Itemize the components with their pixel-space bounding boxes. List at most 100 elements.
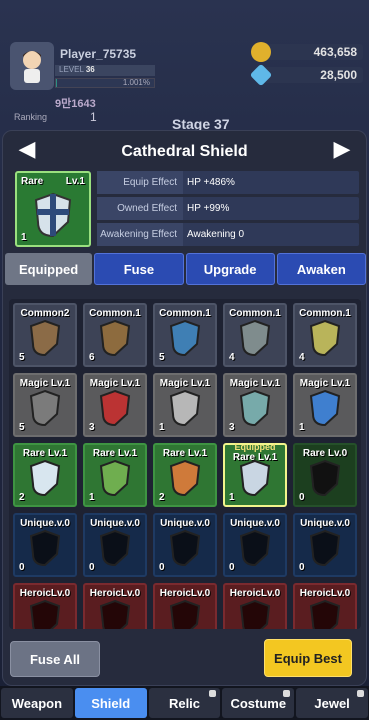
inventory-slot[interactable]: HeroicLv.0	[223, 583, 287, 629]
inventory-slot[interactable]: Rare Lv.1 1	[83, 443, 147, 507]
slot-count: 4	[299, 352, 305, 363]
slot-tier: Magic Lv.1	[19, 378, 71, 389]
nav-costume[interactable]: Costume	[222, 688, 295, 718]
slot-count: 0	[19, 562, 25, 573]
inventory-slot[interactable]: HeroicLv.0	[293, 583, 357, 629]
gold-coin-icon	[251, 42, 271, 62]
shield-icon	[29, 319, 61, 357]
slot-tier: HeroicLv.0	[159, 588, 211, 599]
stat-row: Owned Effect HP +99%	[97, 197, 359, 220]
tab-awaken[interactable]: Awaken	[276, 253, 366, 285]
tab-equipped[interactable]: Equipped	[5, 253, 93, 285]
slot-count: 3	[89, 422, 95, 433]
inventory-slot[interactable]: HeroicLv.0	[153, 583, 217, 629]
inventory-slot[interactable]: Magic Lv.1 1	[153, 373, 217, 437]
shield-icon	[309, 529, 341, 567]
slot-count: 1	[229, 492, 235, 503]
cathedral-shield-icon	[34, 192, 72, 237]
slot-count: 1	[89, 492, 95, 503]
inventory-slot[interactable]: Equipped Rare Lv.1 1	[223, 442, 287, 507]
shield-icon	[29, 459, 61, 497]
nav-label: Relic	[168, 695, 201, 711]
item-title: Cathedral Shield	[121, 143, 248, 160]
shield-icon	[309, 389, 341, 427]
inventory-slot[interactable]: HeroicLv.0	[13, 583, 77, 629]
inventory-slot[interactable]: Magic Lv.1 3	[83, 373, 147, 437]
slot-tier: Unique.v.0	[300, 518, 350, 529]
inventory-slot[interactable]: Rare Lv.1 2	[13, 443, 77, 507]
shield-icon	[309, 319, 341, 357]
lock-icon	[209, 690, 217, 697]
character-icon	[23, 51, 41, 83]
inventory-slot[interactable]: Magic Lv.1 1	[293, 373, 357, 437]
shield-icon	[99, 319, 131, 357]
lock-icon	[356, 690, 364, 697]
slot-count: 0	[299, 492, 305, 503]
shield-icon	[169, 529, 201, 567]
inventory-slot[interactable]: Common.1 5	[153, 303, 217, 367]
slot-tier: Magic Lv.1	[229, 378, 281, 389]
inventory-slot[interactable]: Common2 5	[13, 303, 77, 367]
player-name: Player_75735	[60, 47, 137, 61]
item-tier: Rare	[21, 176, 44, 187]
stat-row: Awakening Effect Awakening 0	[97, 223, 359, 246]
slot-tier: Unique.v.0	[20, 518, 70, 529]
shield-icon	[169, 319, 201, 357]
item-count: 1	[21, 232, 27, 243]
grid-row: Magic Lv.1 5 Magic Lv.1 3 Magic Lv.1 1 Magic L…	[13, 373, 357, 437]
slot-count: 0	[229, 562, 235, 573]
grid-row: Common2 5 Common.1 6 Common.1 5 Common.1 4 Commo…	[13, 303, 357, 367]
shield-icon	[239, 389, 271, 427]
item-panel: ◀ Cathedral Shield ▶ Rare Lv.1 1 Equip E…	[2, 130, 367, 686]
shield-icon	[99, 529, 131, 567]
inventory-slot[interactable]: Magic Lv.1 5	[13, 373, 77, 437]
slot-count: 6	[89, 352, 95, 363]
inventory-slot[interactable]: Common.1 4	[223, 303, 287, 367]
gem-counter: 28,500	[249, 63, 363, 87]
equip-best-button[interactable]: Equip Best	[264, 639, 352, 677]
nav-jewel[interactable]: Jewel	[296, 688, 368, 718]
stats-list: Equip Effect HP +486% Owned Effect HP +99%…	[97, 171, 359, 249]
nav-label: Weapon	[11, 695, 63, 711]
inventory-slot[interactable]: Unique.v.0 0	[153, 513, 217, 577]
tab-fuse[interactable]: Fuse	[94, 253, 184, 285]
item-level: Lv.1	[65, 176, 85, 187]
shield-icon	[309, 599, 341, 629]
gold-value: 463,658	[313, 45, 357, 59]
shield-icon	[309, 459, 341, 497]
equipped-badge: Equipped	[234, 442, 276, 452]
slot-count: 3	[229, 422, 235, 433]
inventory-slot[interactable]: Rare Lv.0 0	[293, 443, 357, 507]
shield-icon	[29, 529, 61, 567]
bottom-nav: Weapon Shield Relic Costume Jewel	[0, 686, 369, 720]
slot-count: 2	[19, 492, 25, 503]
slot-tier: Unique.v.0	[160, 518, 210, 529]
grid-row: Unique.v.0 0 Unique.v.0 0 Unique.v.0 0 Unique.…	[13, 513, 357, 577]
avatar[interactable]	[10, 42, 54, 90]
nav-label: Jewel	[314, 695, 350, 711]
stat-row: Equip Effect HP +486%	[97, 171, 359, 194]
next-arrow-icon[interactable]: ▶	[332, 136, 352, 161]
inventory-slot[interactable]: Magic Lv.1 3	[223, 373, 287, 437]
inventory-slot[interactable]: HeroicLv.0	[83, 583, 147, 629]
nav-shield[interactable]: Shield	[74, 688, 147, 718]
fuse-all-button[interactable]: Fuse All	[10, 641, 100, 677]
shield-icon	[99, 599, 131, 629]
slot-count: 5	[159, 352, 165, 363]
nav-weapon[interactable]: Weapon	[1, 688, 73, 718]
slot-tier: HeroicLv.0	[89, 588, 141, 599]
tab-upgrade[interactable]: Upgrade	[185, 253, 275, 285]
nav-relic[interactable]: Relic	[148, 688, 221, 718]
shield-icon	[99, 459, 131, 497]
inventory-slot[interactable]: Unique.v.0 0	[83, 513, 147, 577]
inventory-slot[interactable]: Common.1 4	[293, 303, 357, 367]
inventory-slot[interactable]: Unique.v.0 0	[13, 513, 77, 577]
shield-icon	[169, 459, 201, 497]
stat-label: Equip Effect	[97, 171, 183, 194]
inventory-slot[interactable]: Unique.v.0 0	[293, 513, 357, 577]
slot-tier: Unique.v.0	[90, 518, 140, 529]
inventory-slot[interactable]: Common.1 6	[83, 303, 147, 367]
item-preview: Rare Lv.1 1	[15, 171, 91, 247]
inventory-slot[interactable]: Unique.v.0 0	[223, 513, 287, 577]
inventory-slot[interactable]: Rare Lv.1 2	[153, 443, 217, 507]
